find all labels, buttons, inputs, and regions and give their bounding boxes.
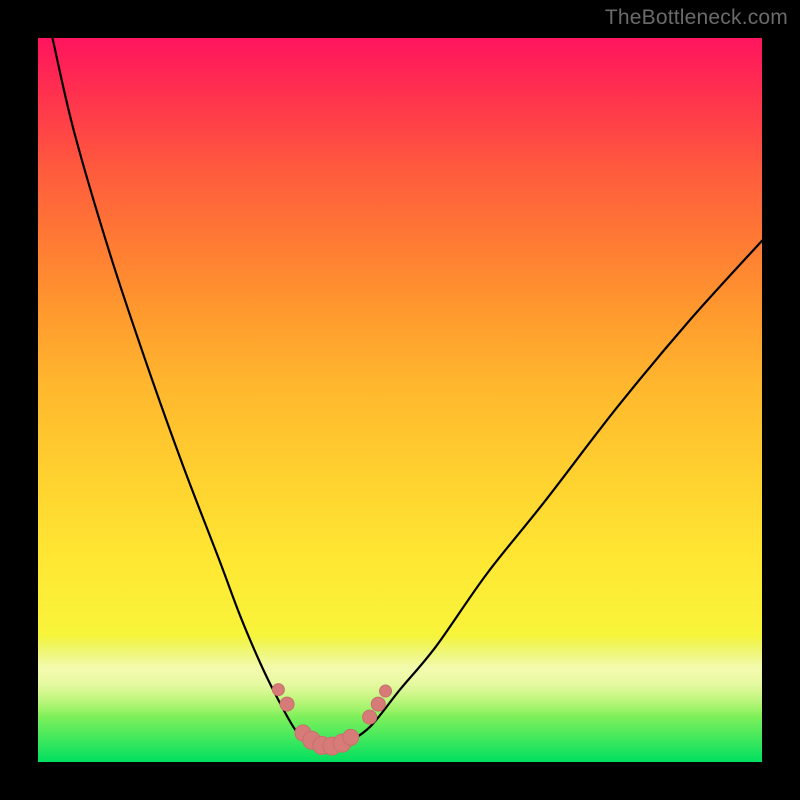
curve-marker xyxy=(343,729,359,745)
watermark-text: TheBottleneck.com xyxy=(605,6,788,30)
curve-marker xyxy=(272,684,284,696)
bottleneck-curve xyxy=(52,38,762,748)
curve-marker xyxy=(380,685,392,697)
curve-markers xyxy=(272,684,391,755)
plot-area xyxy=(38,38,762,762)
curve-marker xyxy=(363,710,377,724)
chart-frame: TheBottleneck.com xyxy=(0,0,800,800)
chart-svg xyxy=(38,38,762,762)
curve-marker xyxy=(371,697,385,711)
curve-marker xyxy=(280,697,294,711)
